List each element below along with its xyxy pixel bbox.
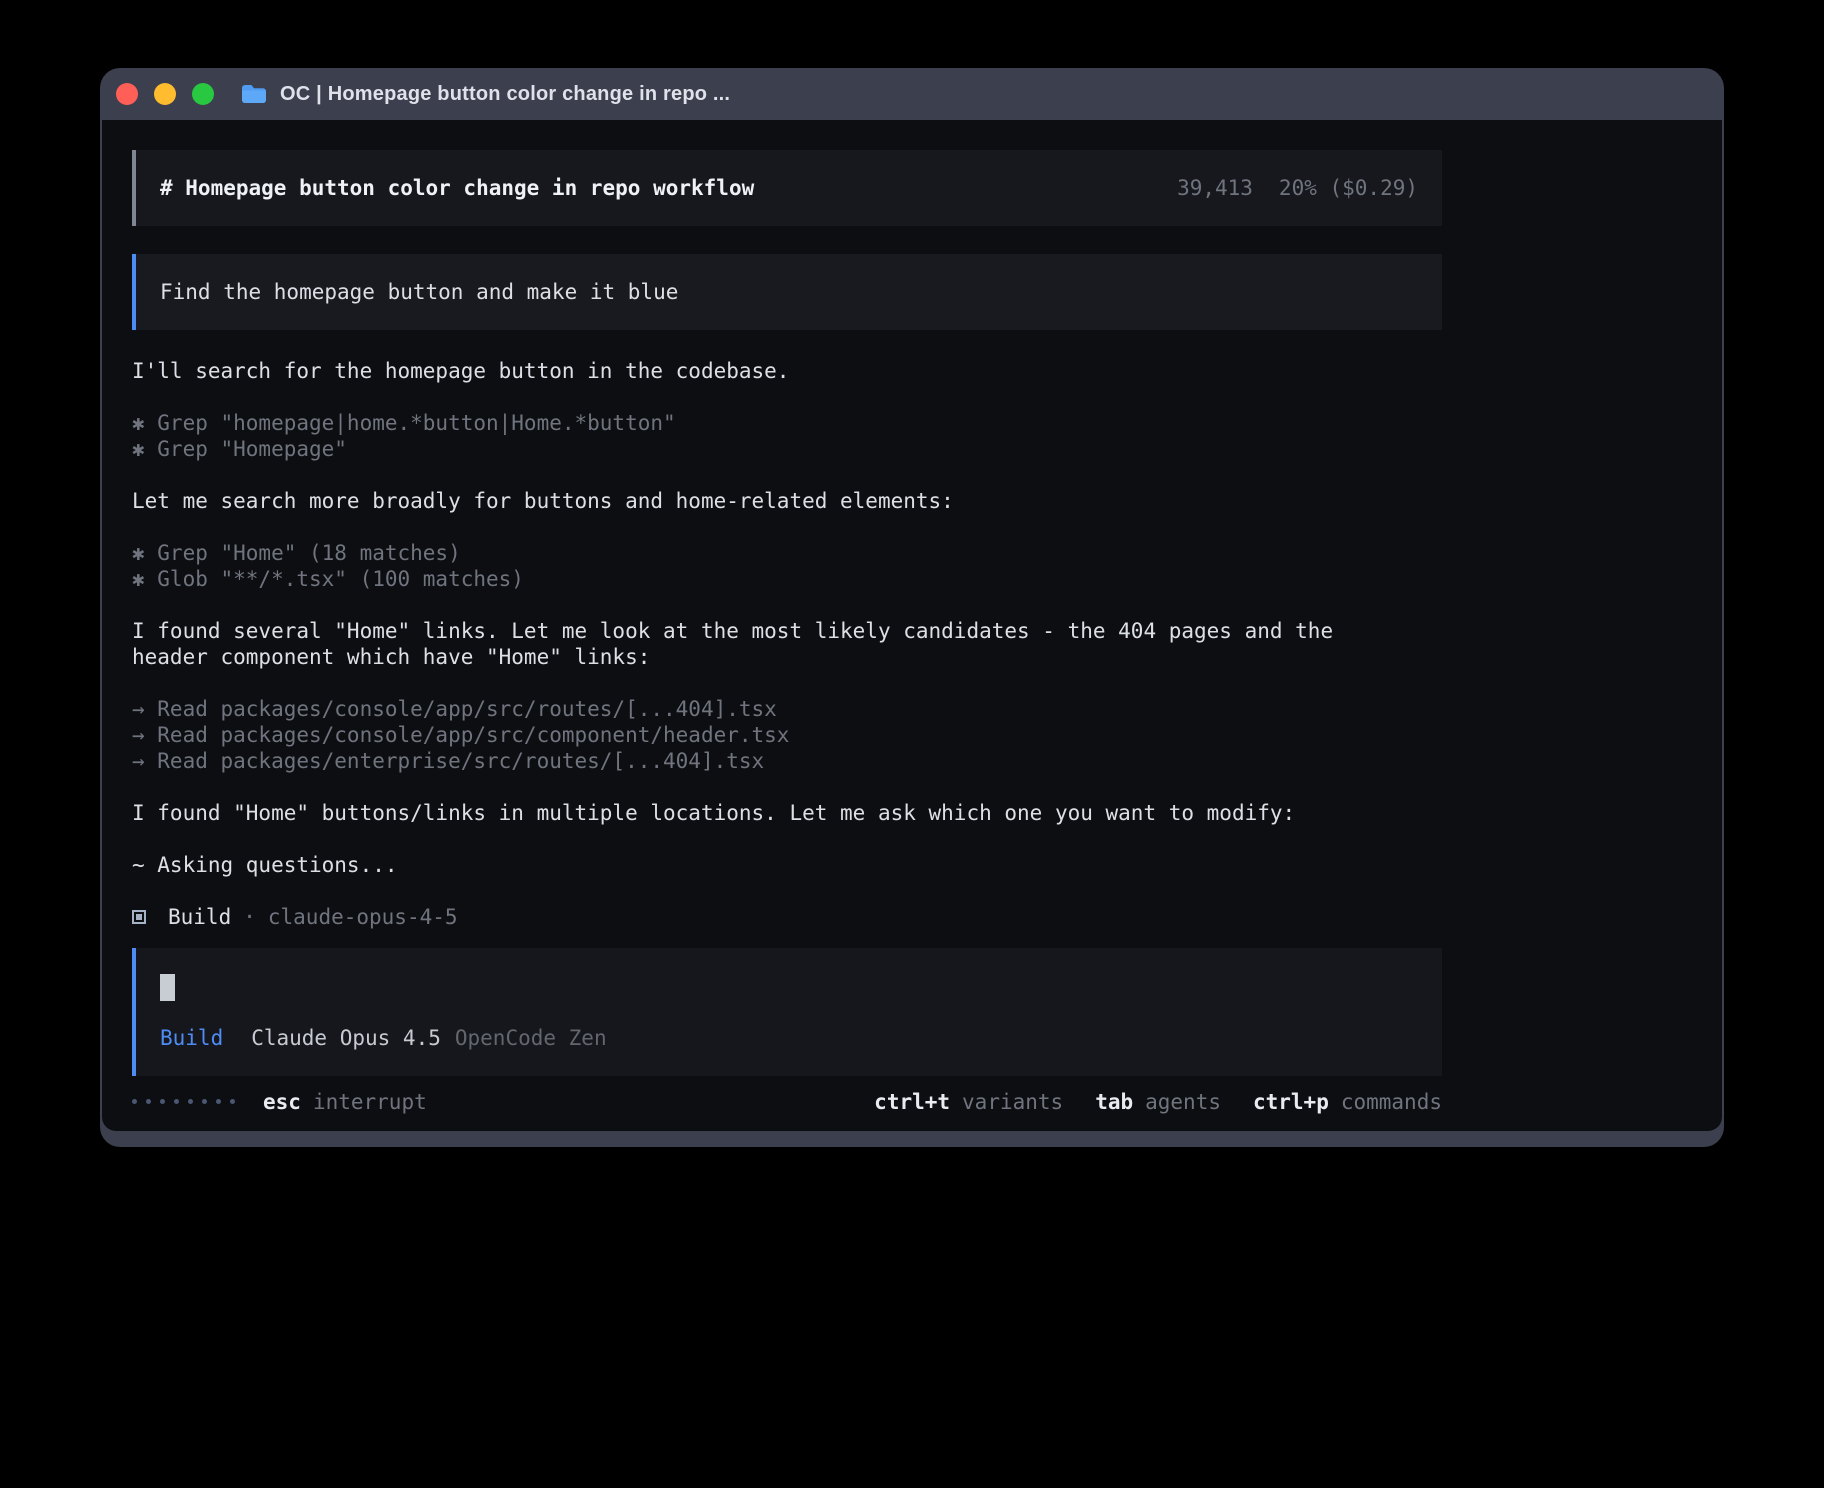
- input-cursor: [160, 974, 175, 1001]
- context-usage: 20% ($0.29): [1279, 175, 1418, 201]
- agent-status-line: Build · claude-opus-4-5: [132, 904, 1442, 930]
- status-bar: esc interrupt ctrl+t variants tab agents…: [132, 1088, 1442, 1115]
- input-meta: Build Claude Opus 4.5 OpenCode Zen: [160, 1025, 1418, 1052]
- commands-hint: ctrl+p commands: [1253, 1089, 1442, 1115]
- spinner-dot: [160, 1099, 165, 1104]
- input-model-label[interactable]: Claude Opus 4.5: [251, 1025, 441, 1051]
- agent-name: Build: [168, 904, 231, 930]
- assistant-paragraph: I found several "Home" links. Let me loo…: [132, 618, 1442, 670]
- grep-tool-call: ✱ Grep "homepage|home.*button|Home.*butt…: [132, 410, 1442, 436]
- prompt-input[interactable]: Build Claude Opus 4.5 OpenCode Zen: [132, 948, 1442, 1076]
- zoom-button[interactable]: [192, 83, 214, 105]
- interrupt-label: interrupt: [313, 1089, 427, 1115]
- traffic-lights: [116, 83, 214, 105]
- titlebar[interactable]: OC | Homepage button color change in rep…: [102, 68, 1722, 120]
- agent-model-separator: ·: [243, 904, 256, 930]
- tool-call-group: ✱ Grep "Home" (18 matches) ✱ Glob "**/*.…: [132, 540, 1442, 592]
- assistant-response: I'll search for the homepage button in t…: [132, 358, 1442, 930]
- read-tool-call: → Read packages/console/app/src/routes/[…: [132, 696, 1442, 722]
- spinner-dot: [174, 1099, 179, 1104]
- assistant-paragraph: I found "Home" buttons/links in multiple…: [132, 800, 1442, 826]
- grep-tool-call: ✱ Grep "Home" (18 matches): [132, 540, 1442, 566]
- input-provider-label: OpenCode Zen: [455, 1025, 607, 1051]
- read-tool-call: → Read packages/console/app/src/componen…: [132, 722, 1442, 748]
- spinner-dot: [202, 1099, 207, 1104]
- agent-icon: [132, 910, 146, 924]
- user-message-text: Find the homepage button and make it blu…: [160, 280, 678, 304]
- spinner-dot: [188, 1099, 193, 1104]
- assistant-paragraph: Let me search more broadly for buttons a…: [132, 488, 1442, 514]
- spinner-dot: [132, 1099, 137, 1104]
- terminal-content: # Homepage button color change in repo w…: [102, 120, 1722, 1131]
- terminal-window: OC | Homepage button color change in rep…: [100, 68, 1724, 1147]
- input-agent-label[interactable]: Build: [160, 1025, 223, 1051]
- agent-model-name: claude-opus-4-5: [268, 904, 458, 930]
- progress-spinner: [132, 1099, 235, 1104]
- grep-tool-call: ✱ Grep "Homepage": [132, 436, 1442, 462]
- interrupt-hint: esc interrupt: [263, 1089, 427, 1115]
- variants-hint: ctrl+t variants: [874, 1089, 1063, 1115]
- user-message: Find the homepage button and make it blu…: [132, 254, 1442, 330]
- agents-hint: tab agents: [1095, 1089, 1221, 1115]
- session-header: # Homepage button color change in repo w…: [132, 150, 1442, 226]
- read-tool-call: → Read packages/enterprise/src/routes/[.…: [132, 748, 1442, 774]
- tool-call-group: ✱ Grep "homepage|home.*button|Home.*butt…: [132, 410, 1442, 462]
- folder-icon: [240, 83, 268, 105]
- assistant-paragraph: I'll search for the homepage button in t…: [132, 358, 1442, 384]
- spinner-dot: [230, 1099, 235, 1104]
- token-count: 39,413: [1177, 175, 1253, 201]
- tool-call-group: → Read packages/console/app/src/routes/[…: [132, 696, 1442, 774]
- window-title: OC | Homepage button color change in rep…: [280, 83, 730, 106]
- minimize-button[interactable]: [154, 83, 176, 105]
- session-title: # Homepage button color change in repo w…: [160, 175, 754, 201]
- working-status-line: ~ Asking questions...: [132, 852, 1442, 878]
- esc-key-label: esc: [263, 1089, 301, 1115]
- spinner-dot: [146, 1099, 151, 1104]
- glob-tool-call: ✱ Glob "**/*.tsx" (100 matches): [132, 566, 1442, 592]
- close-button[interactable]: [116, 83, 138, 105]
- spinner-dot: [216, 1099, 221, 1104]
